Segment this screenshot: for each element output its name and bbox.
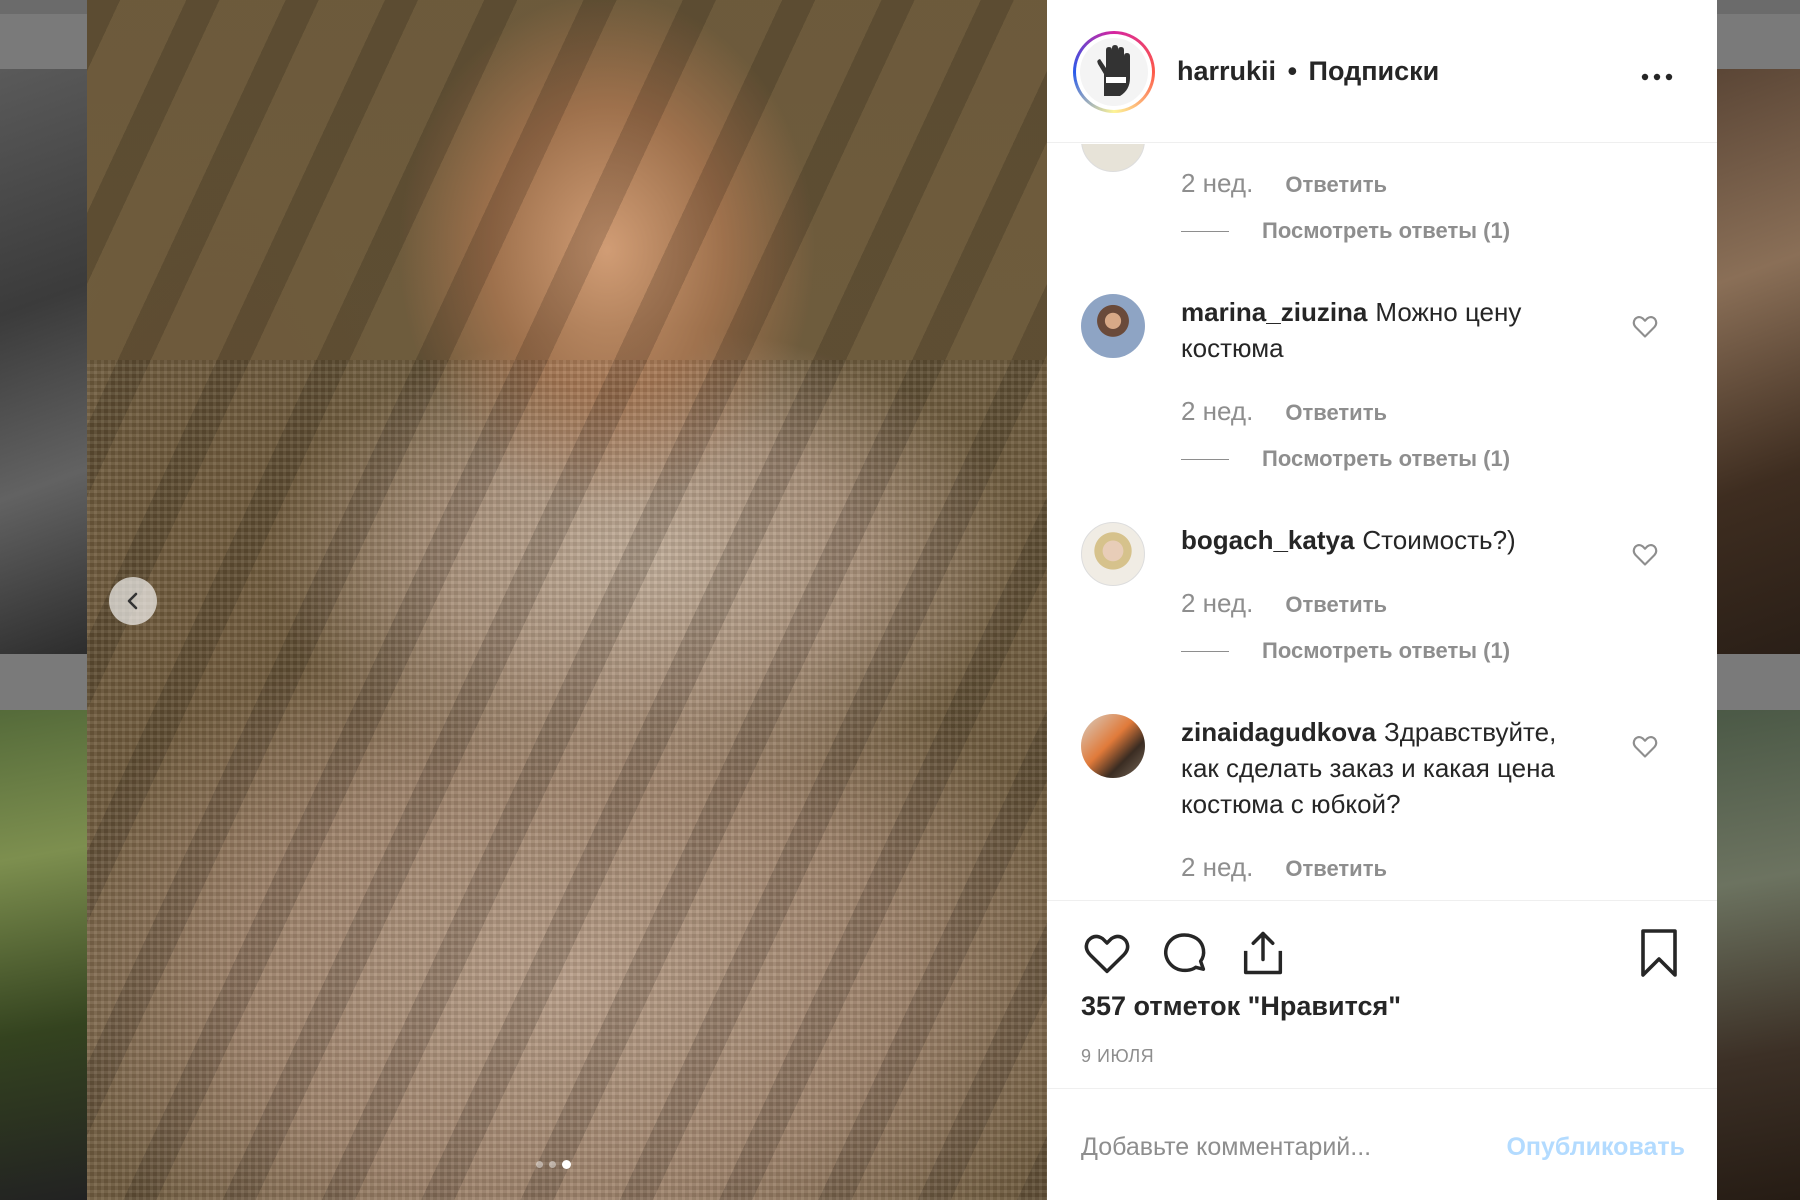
chevron-left-icon xyxy=(127,592,138,610)
publish-button[interactable]: Опубликовать xyxy=(1506,1133,1685,1162)
replies-divider xyxy=(1181,230,1229,232)
carousel-prev-button[interactable] xyxy=(109,577,157,625)
likes-count[interactable]: 357 отметок "Нравится" xyxy=(1081,991,1401,1022)
carousel-dots xyxy=(536,1160,571,1169)
view-replies-button[interactable]: Посмотреть ответы (1) xyxy=(1181,218,1510,244)
replies-divider xyxy=(1181,458,1229,460)
post-side-panel: harrukii • Подписки 2 нед. Ответить Посм… xyxy=(1047,0,1717,1200)
photo-knit-texture xyxy=(87,360,1047,1200)
comment-time[interactable]: 2 нед. xyxy=(1181,852,1253,883)
header-title: harrukii • Подписки xyxy=(1177,56,1439,87)
carousel-dot-active xyxy=(562,1160,571,1169)
background-tile xyxy=(1717,710,1800,1200)
comment-meta: 2 нед. Ответить xyxy=(1181,852,1387,883)
background-strip xyxy=(1717,0,1800,14)
comment-time[interactable]: 2 нед. xyxy=(1181,396,1253,427)
reply-button[interactable]: Ответить xyxy=(1285,592,1387,618)
view-replies-label: Посмотреть ответы (1) xyxy=(1262,218,1511,243)
view-replies-button[interactable]: Посмотреть ответы (1) xyxy=(1181,446,1510,472)
comment-content: Стоимость?) xyxy=(1362,525,1516,555)
heart-icon[interactable] xyxy=(1631,732,1659,760)
comment-avatar[interactable] xyxy=(1081,522,1145,586)
reply-button[interactable]: Ответить xyxy=(1285,856,1387,882)
comment-avatar[interactable] xyxy=(1081,144,1145,172)
bookmark-icon[interactable] xyxy=(1635,927,1683,979)
comment-avatar[interactable] xyxy=(1081,714,1145,778)
comment-input[interactable] xyxy=(1081,1125,1501,1169)
background-tile xyxy=(0,710,87,1200)
background-right-column xyxy=(1717,0,1800,1200)
reply-button[interactable]: Ответить xyxy=(1285,172,1387,198)
comment-avatar[interactable] xyxy=(1081,294,1145,358)
add-comment-box: Опубликовать xyxy=(1047,1088,1717,1200)
background-band xyxy=(0,14,87,69)
comments-list[interactable]: 2 нед. Ответить Посмотреть ответы (1) ma… xyxy=(1047,144,1717,900)
author-avatar[interactable] xyxy=(1073,31,1155,113)
hand-logo-icon xyxy=(1097,45,1130,96)
replies-divider xyxy=(1181,650,1229,652)
post-photo xyxy=(87,0,1047,1200)
comment-username[interactable]: zinaidagudkova xyxy=(1181,717,1376,747)
comment-body: marina_ziuzina Можно цену костюма xyxy=(1181,294,1601,366)
view-replies-label: Посмотреть ответы (1) xyxy=(1262,638,1511,663)
view-replies-button[interactable]: Посмотреть ответы (1) xyxy=(1181,638,1510,664)
more-horizontal-icon xyxy=(1641,73,1673,81)
header-separator: • xyxy=(1287,56,1298,86)
background-left-column xyxy=(0,0,87,1200)
background-band xyxy=(0,654,87,710)
share-upload-icon[interactable] xyxy=(1237,927,1289,979)
heart-icon[interactable] xyxy=(1081,927,1133,979)
comment-meta: 2 нед. Ответить xyxy=(1181,168,1387,199)
comment-username[interactable]: marina_ziuzina xyxy=(1181,297,1367,327)
post-header: harrukii • Подписки xyxy=(1047,0,1717,143)
carousel-dot xyxy=(549,1161,556,1168)
post-actions: 357 отметок "Нравится" 9 ИЮЛЯ xyxy=(1047,900,1717,1088)
comment-body: zinaidagudkova Здравствуйте, как сделать … xyxy=(1181,714,1601,822)
comment-bubble-icon[interactable] xyxy=(1159,927,1211,979)
heart-icon[interactable] xyxy=(1631,312,1659,340)
comment-body: bogach_katya Стоимость?) xyxy=(1181,522,1601,558)
more-options-button[interactable] xyxy=(1641,62,1673,82)
view-replies-label: Посмотреть ответы (1) xyxy=(1262,446,1511,471)
comment-time[interactable]: 2 нед. xyxy=(1181,168,1253,199)
background-tile xyxy=(0,69,87,654)
follow-status[interactable]: Подписки xyxy=(1309,56,1440,86)
background-strip xyxy=(0,0,87,14)
background-band xyxy=(1717,654,1800,710)
comment-time[interactable]: 2 нед. xyxy=(1181,588,1253,619)
carousel-dot xyxy=(536,1161,543,1168)
comment-username[interactable]: bogach_katya xyxy=(1181,525,1354,555)
heart-icon[interactable] xyxy=(1631,540,1659,568)
reply-button[interactable]: Ответить xyxy=(1285,400,1387,426)
background-tile xyxy=(1717,69,1800,654)
background-band xyxy=(1717,14,1800,69)
comment-meta: 2 нед. Ответить xyxy=(1181,588,1387,619)
post-date[interactable]: 9 ИЮЛЯ xyxy=(1081,1046,1154,1067)
comment-meta: 2 нед. Ответить xyxy=(1181,396,1387,427)
author-username[interactable]: harrukii xyxy=(1177,56,1276,86)
